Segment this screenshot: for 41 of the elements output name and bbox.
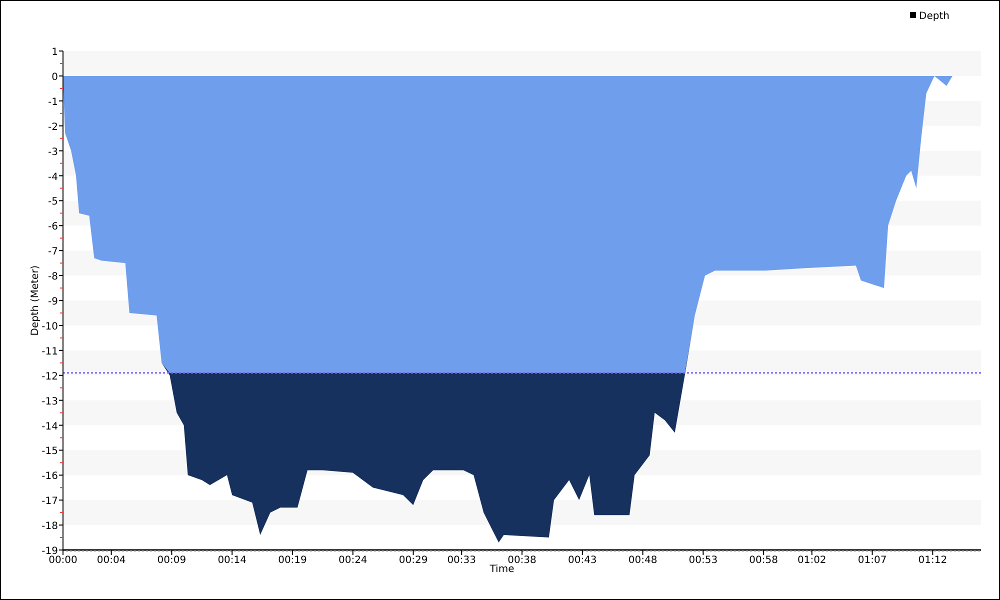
tick-label: -5 [48,196,58,208]
tick-label: 01:02 [797,555,826,566]
tick-label: 00:58 [749,555,778,566]
tick-label: 00:24 [338,555,368,566]
tick-label: -12 [42,371,58,382]
tick-label: 01:07 [858,555,887,566]
tick-label: 00:29 [398,555,428,566]
tick-label: -7 [48,246,58,258]
tick-label: 00:00 [48,555,78,566]
tick-label: -4 [48,172,58,183]
tick-label: -13 [42,396,58,408]
tick-label: -3 [48,146,58,158]
tick-label: 00:04 [96,555,126,566]
legend-label: Depth [919,11,950,22]
tick-label: 00:38 [508,555,536,566]
tick-label: -2 [48,122,58,133]
tick-label: -8 [48,272,58,283]
tick-label: 00:14 [218,555,247,566]
tick-label: -10 [42,321,58,332]
tick-label: -19 [42,546,58,557]
tick-label: -17 [42,496,58,508]
tick-label: 00:48 [628,555,658,566]
tick-label: -14 [42,421,58,432]
tick-label: 01:12 [918,555,948,566]
legend-marker [910,12,916,18]
tick-label: 00:33 [447,555,476,566]
tick-label: -11 [42,346,58,358]
tick-label: -1 [48,96,58,108]
tick-label: 00:09 [157,555,186,566]
tick-label: -18 [42,521,58,532]
axis-title: Depth (Meter) [30,265,41,336]
tick-label: -6 [48,222,58,233]
tick-label: 0 [52,72,58,83]
tick-label: 00:43 [568,555,597,566]
tick-label: -16 [42,471,58,482]
tick-label: -9 [48,296,58,308]
tick-label: 00:19 [278,555,307,566]
axis-title: Time [490,564,514,575]
tick-label: 00:53 [688,555,718,566]
tick-label: 1 [52,47,58,58]
tick-label: -15 [42,446,58,458]
